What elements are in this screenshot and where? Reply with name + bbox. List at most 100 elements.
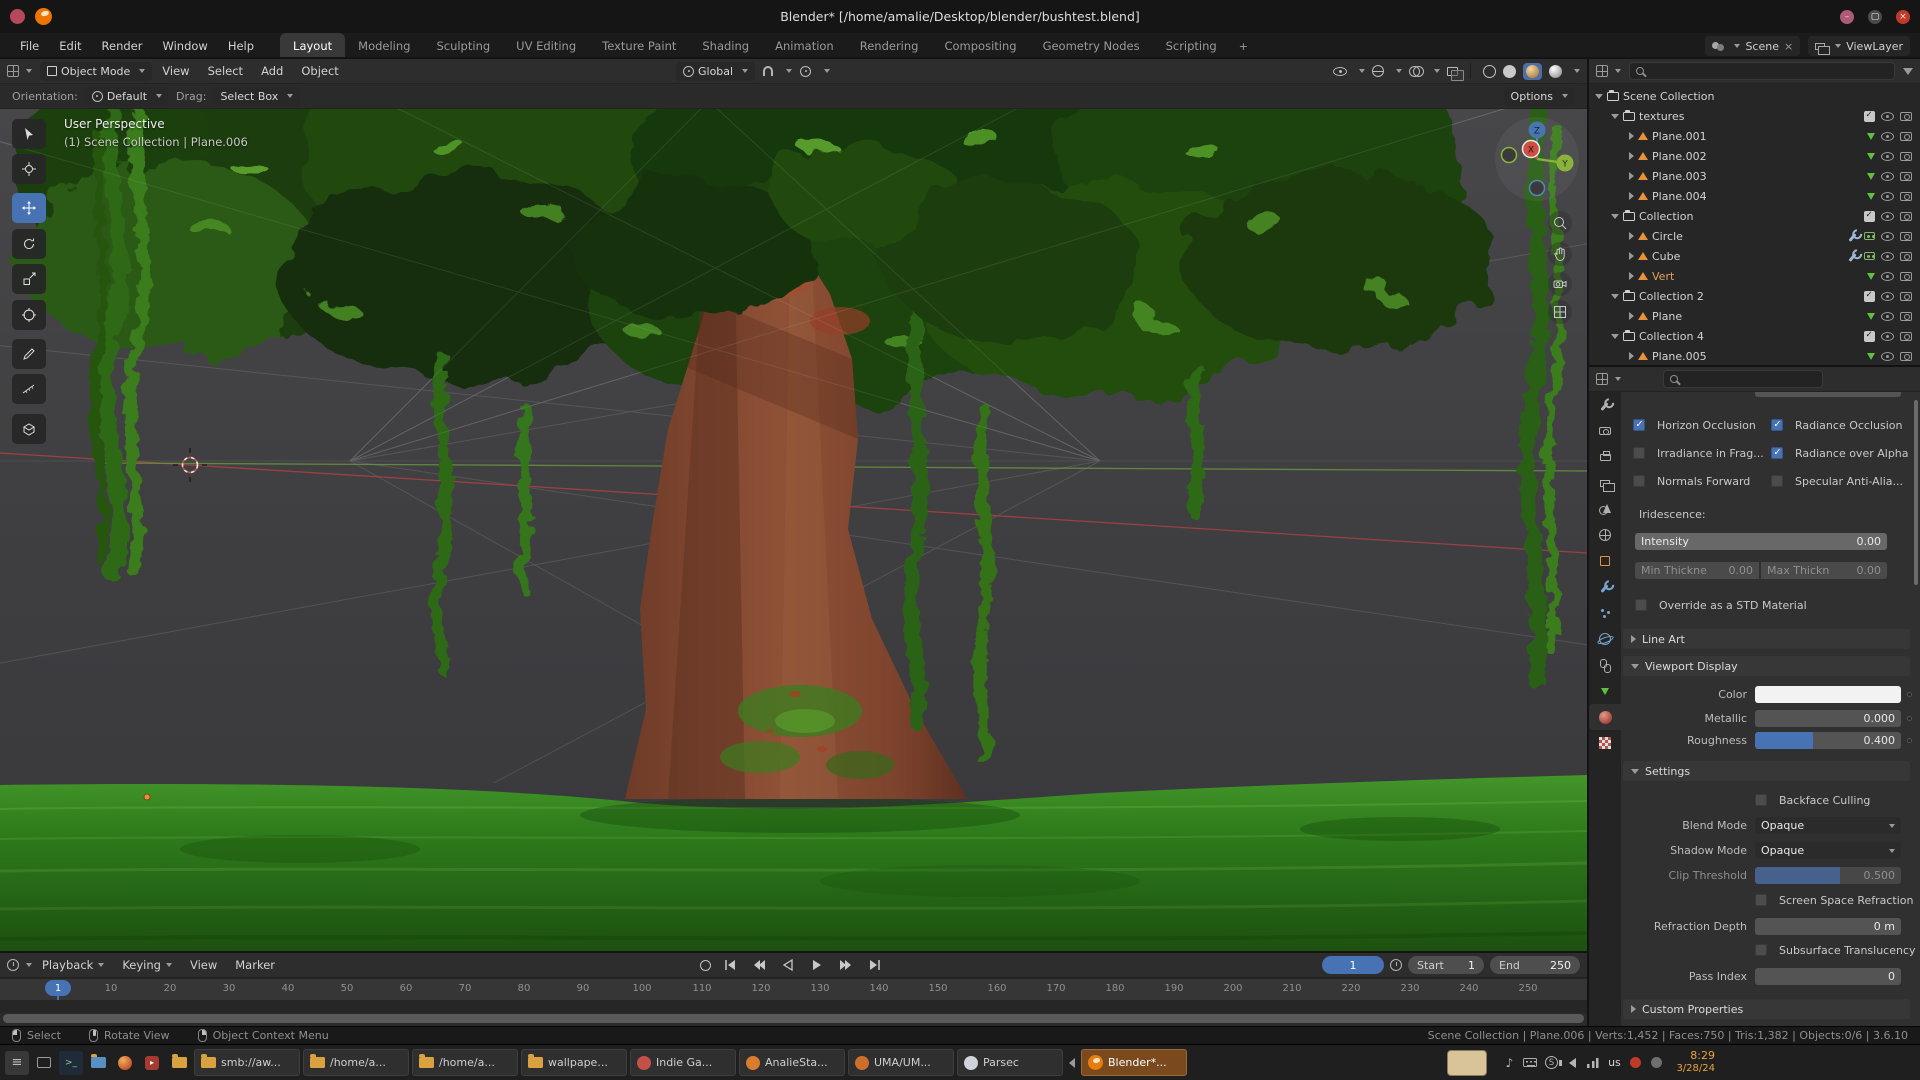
tab-texture-paint[interactable]: Texture Paint: [589, 33, 689, 59]
timeline-menu-view[interactable]: View: [182, 953, 225, 977]
outliner-row-plane003[interactable]: Plane.003: [1589, 166, 1920, 186]
shading-solid-icon[interactable]: [1503, 65, 1516, 78]
properties-tab-particles[interactable]: [1589, 600, 1621, 626]
tool-rotate[interactable]: [12, 229, 46, 259]
xray-toggle-icon[interactable]: [1447, 67, 1458, 76]
settings-ssr-row[interactable]: Screen Space Refraction: [1629, 892, 1914, 910]
color-swatch[interactable]: [1755, 686, 1901, 703]
camera-view-icon[interactable]: [1548, 272, 1572, 296]
status-s-tray-icon[interactable]: S: [1542, 1054, 1560, 1072]
outliner-search[interactable]: [1629, 62, 1895, 80]
zoom-icon[interactable]: [1548, 211, 1572, 235]
checkbox[interactable]: [1771, 419, 1783, 431]
hide-icon[interactable]: [1881, 272, 1894, 281]
file-manager-icon[interactable]: [86, 1051, 110, 1075]
visibility-icon[interactable]: [1333, 67, 1347, 76]
hide-icon[interactable]: [1881, 252, 1894, 261]
settings-backface-row[interactable]: Backface Culling: [1629, 792, 1914, 810]
hide-icon[interactable]: [1881, 192, 1894, 201]
properties-tab-constraints[interactable]: [1589, 652, 1621, 678]
tab-geometry-nodes[interactable]: Geometry Nodes: [1030, 33, 1153, 59]
outliner-row-plane005[interactable]: Plane.005: [1589, 346, 1920, 366]
outliner-search-input[interactable]: [1649, 65, 1888, 78]
outliner-row-vert[interactable]: Vert: [1589, 266, 1920, 286]
render-visibility-icon[interactable]: [1900, 232, 1912, 241]
tool-transform[interactable]: [12, 300, 46, 330]
checkbox[interactable]: [1633, 419, 1645, 431]
play-reverse-button[interactable]: [778, 956, 798, 974]
task-blender[interactable]: Blender*...: [1081, 1049, 1187, 1076]
viewport-menu-select[interactable]: Select: [200, 59, 251, 83]
pass-index-field[interactable]: 0: [1755, 968, 1901, 985]
preview-range-icon[interactable]: [1390, 959, 1402, 971]
tab-compositing[interactable]: Compositing: [931, 33, 1029, 59]
collection-checkbox[interactable]: [1864, 291, 1875, 302]
outliner-row-textures[interactable]: textures: [1589, 106, 1920, 126]
tab-scripting[interactable]: Scripting: [1153, 33, 1230, 59]
render-visibility-icon[interactable]: [1900, 352, 1912, 361]
viewport-menu-object[interactable]: Object: [293, 59, 346, 83]
properties-tab-output[interactable]: [1589, 444, 1621, 470]
checkbox[interactable]: [1771, 447, 1783, 459]
tool-tweak-select[interactable]: [12, 119, 46, 149]
properties-search[interactable]: [1663, 370, 1823, 388]
close-button[interactable]: ×: [1896, 10, 1910, 24]
shading-material-icon[interactable]: [1526, 65, 1539, 78]
hide-icon[interactable]: [1881, 332, 1894, 341]
tool-add-cube[interactable]: [12, 414, 46, 444]
render-visibility-icon[interactable]: [1900, 272, 1912, 281]
render-visibility-icon[interactable]: [1900, 112, 1912, 121]
option-irradiance[interactable]: Irradiance in Frag... Radiance over Alph…: [1629, 445, 1914, 463]
gizmo-axis-z-neg[interactable]: [1530, 181, 1545, 196]
collection-checkbox[interactable]: [1864, 111, 1875, 122]
keyboard-tray-icon[interactable]: [1521, 1054, 1539, 1072]
clip-threshold-slider[interactable]: 0.500: [1755, 867, 1901, 884]
option-override-std[interactable]: Override as a STD Material: [1629, 597, 1914, 615]
properties-scrollbar[interactable]: [1914, 400, 1918, 585]
properties-tab-modifiers[interactable]: [1589, 574, 1621, 600]
shading-rendered-icon[interactable]: [1549, 65, 1562, 78]
minimize-button[interactable]: –: [1840, 10, 1854, 24]
outliner-row-scene-collection[interactable]: Scene Collection: [1589, 86, 1920, 106]
metallic-field[interactable]: 0.000: [1755, 710, 1901, 727]
checkbox[interactable]: [1755, 894, 1767, 906]
drag-setting-dropdown[interactable]: Select Box: [213, 87, 300, 106]
outliner-row-cube[interactable]: Cube: [1589, 246, 1920, 266]
outliner-row-plane001[interactable]: Plane.001: [1589, 126, 1920, 146]
render-visibility-icon[interactable]: [1900, 152, 1912, 161]
task-smb[interactable]: smb://aw...: [194, 1049, 300, 1076]
transform-orientation-dropdown[interactable]: Global: [676, 62, 755, 81]
outliner-row-collection4[interactable]: Collection 4: [1589, 326, 1920, 346]
navigation-gizmo[interactable]: Z Y X: [1492, 114, 1582, 204]
start-frame-field[interactable]: Start 1: [1408, 956, 1484, 974]
timeline-channel-area[interactable]: [0, 1000, 1587, 1013]
tray-widget[interactable]: [1447, 1050, 1487, 1076]
downloads-folder-icon[interactable]: [167, 1051, 191, 1075]
hide-icon[interactable]: [1881, 292, 1894, 301]
refraction-depth-field[interactable]: 0 m: [1755, 918, 1901, 935]
maximize-button[interactable]: ▢: [1868, 10, 1882, 24]
add-workspace-button[interactable]: +: [1230, 33, 1257, 59]
checkbox[interactable]: [1635, 599, 1647, 611]
collapse-tasks-icon[interactable]: [1069, 1058, 1075, 1068]
proportional-editing-icon[interactable]: [800, 66, 811, 77]
auto-keying-icon[interactable]: [700, 960, 711, 971]
orientation-setting-dropdown[interactable]: Default: [85, 87, 169, 106]
tab-layout[interactable]: Layout: [280, 33, 345, 59]
task-wallpaper[interactable]: wallpape...: [521, 1049, 627, 1076]
timeline-editor-type-icon[interactable]: [7, 959, 19, 971]
pan-hand-icon[interactable]: [1548, 242, 1572, 266]
network-tray-icon[interactable]: [1584, 1054, 1602, 1072]
outliner-row-circle[interactable]: Circle: [1589, 226, 1920, 246]
menu-window[interactable]: Window: [152, 33, 217, 59]
hide-icon[interactable]: [1881, 352, 1894, 361]
clock[interactable]: 8:29 3/28/24: [1676, 1049, 1715, 1075]
properties-tab-view-layer[interactable]: [1589, 470, 1621, 496]
properties-tab-texture[interactable]: [1589, 730, 1621, 756]
menu-help[interactable]: Help: [218, 33, 264, 59]
end-frame-field[interactable]: End 250: [1490, 956, 1580, 974]
snap-toggle-icon[interactable]: [763, 66, 773, 76]
properties-tab-tool[interactable]: [1589, 392, 1621, 418]
task-parsec[interactable]: Parsec: [957, 1049, 1063, 1076]
properties-tab-scene[interactable]: [1589, 496, 1621, 522]
